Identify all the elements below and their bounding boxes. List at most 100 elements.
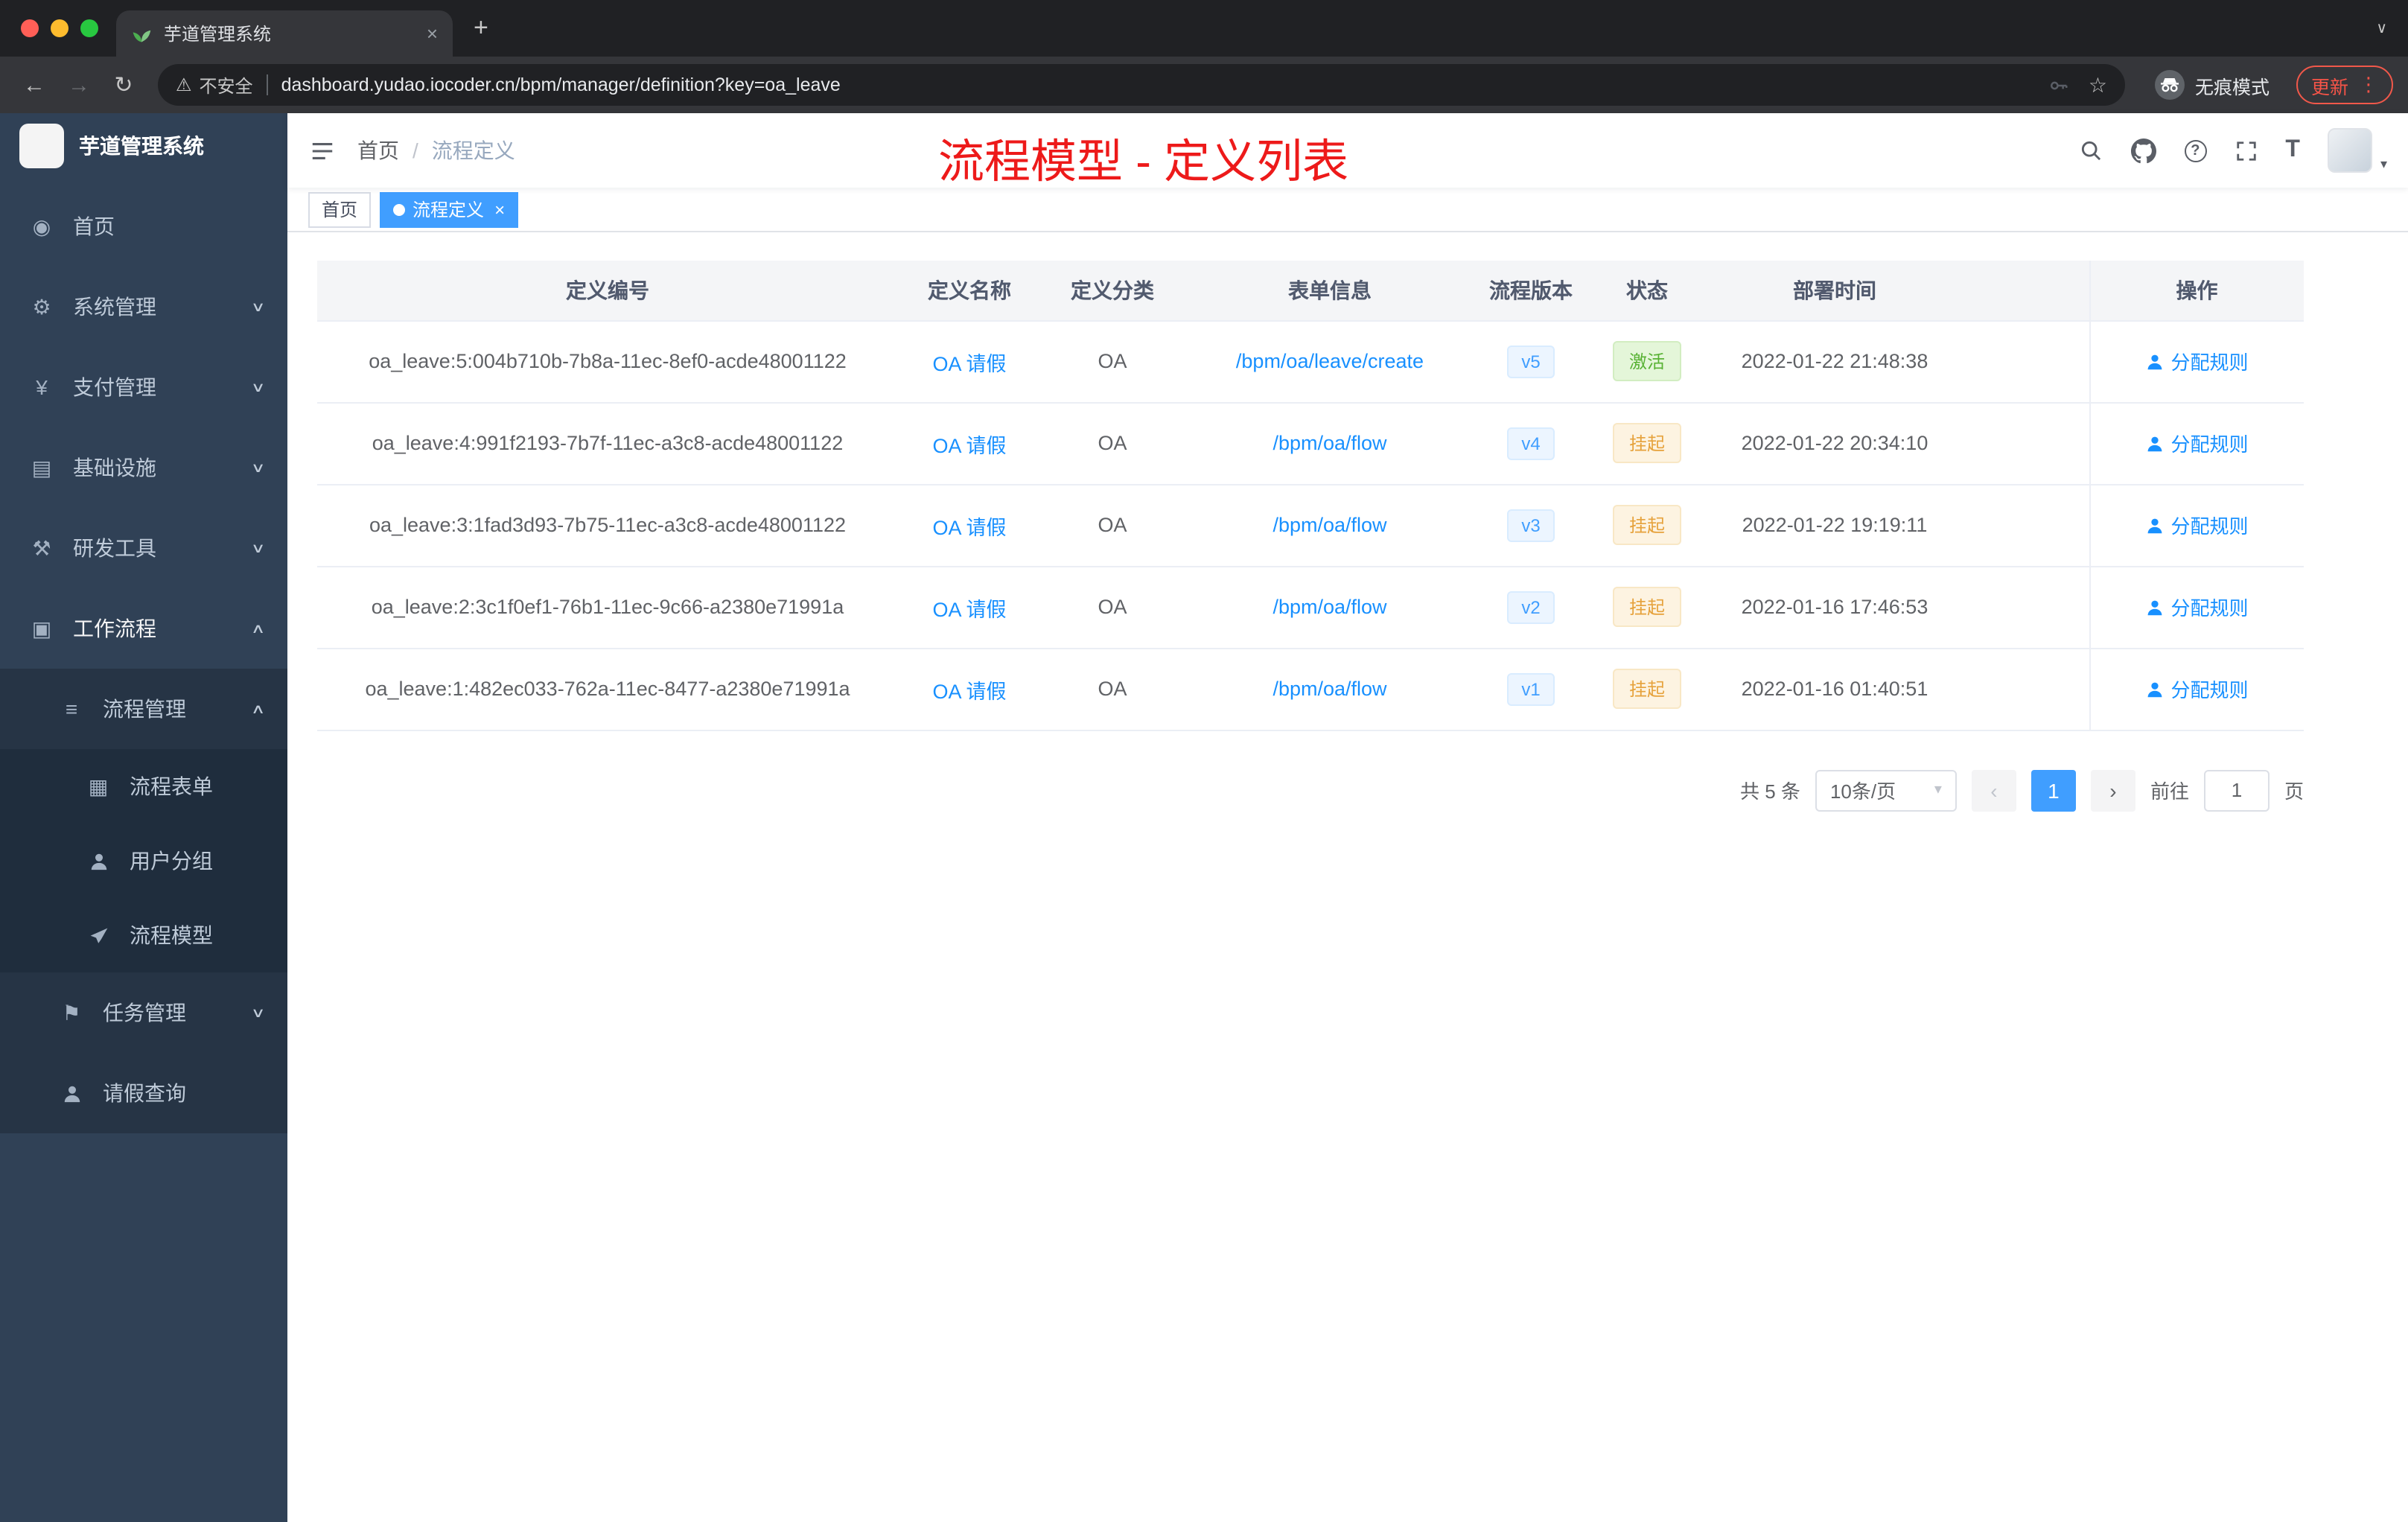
column-header: 流程版本 [1476,261,1586,321]
definition-name-link[interactable]: OA 请假 [932,680,1006,702]
sidebar-item-label: 请假查询 [103,1081,186,1105]
reload-icon[interactable]: ↻ [104,71,143,98]
sidebar-item-label: 任务管理 [103,1001,186,1025]
sidebar-item-label: 研发工具 [73,536,156,560]
definition-id: oa_leave:3:1fad3d93-7b75-11ec-a3c8-acde4… [317,484,898,567]
sidebar-item-task-management[interactable]: ⚑ 任务管理 ∨ [0,972,287,1053]
tag-label: 流程定义 [413,200,485,220]
form-link[interactable]: /bpm/oa/flow [1273,596,1386,618]
next-page-button[interactable]: › [2090,769,2135,811]
user-menu[interactable]: ▾ [2328,128,2387,173]
help-icon[interactable]: ? [2184,139,2207,162]
sidebar-item-infrastructure[interactable]: ▤ 基础设施 ∨ [0,427,287,508]
sidebar-item-rnd-tools[interactable]: ⚒ 研发工具 ∨ [0,508,287,588]
definition-id: oa_leave:4:991f2193-7b7f-11ec-a3c8-acde4… [317,402,898,485]
current-page-button[interactable]: 1 [2030,769,2076,811]
definition-category: OA [1041,402,1184,485]
active-dot [393,203,406,215]
form-link[interactable]: /bpm/oa/leave/create [1236,350,1424,372]
browser-tab-strip: 芋道管理系统 × + ∨ [0,0,2408,57]
bookmark-star-icon[interactable]: ☆ [2089,72,2107,98]
table-row: oa_leave:3:1fad3d93-7b75-11ec-a3c8-acde4… [317,484,2304,567]
tag-close-icon[interactable]: × [494,199,505,220]
caret-down-icon: ▾ [1934,782,1942,798]
assign-rule-link[interactable]: 分配规则 [2145,675,2249,703]
logo[interactable]: 芋道管理系统 [0,113,287,179]
breadcrumb: 首页 / 流程定义 [357,136,515,165]
fullscreen-icon[interactable] [2235,139,2257,162]
filler-cell [1961,566,2089,649]
sidebar-item-label: 基础设施 [73,456,156,480]
column-header: 定义分类 [1041,261,1184,321]
column-header-filler [1961,261,2089,321]
version-tag: v2 [1506,590,1555,623]
browser-tab[interactable]: 芋道管理系统 × [116,10,453,57]
sidebar-item-payment-management[interactable]: ¥ 支付管理 ∨ [0,347,287,427]
assign-rule-link[interactable]: 分配规则 [2145,429,2249,457]
table-row: oa_leave:1:482ec033-762a-11ec-8477-a2380… [317,648,2304,730]
sidebar-item-system-management[interactable]: ⚙ 系统管理 ∨ [0,267,287,347]
breadcrumb-home[interactable]: 首页 [357,136,399,165]
status-badge: 挂起 [1612,669,1681,709]
chrome-update-button[interactable]: 更新 ⋮ [2296,66,2393,104]
forward-icon[interactable]: → [60,72,98,98]
tools-icon: ⚒ [32,535,51,559]
dashboard-icon: ◉ [32,214,51,238]
definition-name-link[interactable]: OA 请假 [932,598,1006,620]
definition-id: oa_leave:5:004b710b-7b8a-11ec-8ef0-acde4… [317,320,898,403]
page-size-select[interactable]: 10条/页 ▾ [1815,769,1957,811]
version-tag: v1 [1506,672,1555,705]
more-menu-icon[interactable]: ⋮ [2359,73,2378,97]
definition-name-link[interactable]: OA 请假 [932,516,1006,538]
sidebar-item-label: 流程管理 [103,697,186,721]
definition-name-link[interactable]: OA 请假 [932,434,1006,456]
sidebar-item-process-management[interactable]: ≡ 流程管理 ∧ [0,669,287,749]
minimize-window-button[interactable] [51,19,69,37]
deploy-time: 2022-01-22 19:19:11 [1708,484,1961,567]
sidebar: 芋道管理系统 ◉ 首页 ⚙ 系统管理 ∨ ¥ 支付管理 ∨ ▤ 基础设施 ∨ ⚒… [0,113,287,1522]
assign-rule-link[interactable]: 分配规则 [2145,593,2249,621]
sidebar-item-workflow[interactable]: ▣ 工作流程 ∧ [0,588,287,669]
definition-table: 定义编号 定义名称 定义分类 表单信息 流程版本 状态 部署时间 操作 oa_l… [317,261,2304,730]
form-link[interactable]: /bpm/oa/flow [1273,678,1386,700]
favicon-sprout-icon [131,23,152,44]
tag-home[interactable]: 首页 [308,191,372,227]
sidebar-item-home[interactable]: ◉ 首页 [0,186,287,267]
avatar[interactable] [2328,128,2373,173]
sidebar-item-process-form[interactable]: ▦ 流程表单 [0,749,287,824]
tag-label: 首页 [322,200,358,220]
update-label: 更新 [2310,77,2348,98]
github-icon[interactable] [2130,138,2156,163]
tab-search-chevron-icon[interactable]: ∨ [2376,0,2387,57]
zoom-window-button[interactable] [80,19,98,37]
assign-rule-link[interactable]: 分配规则 [2145,347,2249,375]
url-text: dashboard.yudao.iocoder.cn/bpm/manager/d… [281,74,841,95]
users-icon [86,851,110,870]
logo-avatar [19,124,64,168]
sidebar-item-user-group[interactable]: 用户分组 [0,824,287,898]
tab-close-icon[interactable]: × [427,22,438,45]
page-content: 定义编号 定义名称 定义分类 表单信息 流程版本 状态 部署时间 操作 oa_l… [287,232,2408,811]
goto-page-input[interactable] [2203,769,2270,811]
sidebar-item-label: 用户分组 [130,849,213,873]
address-bar[interactable]: ⚠ 不安全 dashboard.yudao.iocoder.cn/bpm/man… [158,64,2125,106]
prev-page-button[interactable]: ‹ [1971,769,2016,811]
sidebar-item-process-model[interactable]: 流程模型 [0,898,287,972]
font-size-icon[interactable]: T [2285,137,2300,164]
hamburger-icon[interactable] [287,138,357,163]
back-icon[interactable]: ← [15,72,54,98]
sidebar-item-leave-query[interactable]: 请假查询 [0,1053,287,1133]
chevron-down-icon: ∨ [251,1004,267,1019]
tag-process-definition[interactable]: 流程定义 × [380,191,519,227]
new-tab-button[interactable]: + [474,0,488,57]
definition-name-link[interactable]: OA 请假 [932,352,1006,375]
form-link[interactable]: /bpm/oa/flow [1273,432,1386,454]
search-icon[interactable] [2078,138,2102,162]
password-key-icon[interactable] [2048,74,2071,96]
close-window-button[interactable] [21,19,39,37]
assign-rule-link[interactable]: 分配规则 [2145,511,2249,539]
status-badge: 挂起 [1612,423,1681,463]
form-link[interactable]: /bpm/oa/flow [1273,514,1386,536]
chevron-down-icon: ∨ [251,379,267,394]
table-row: oa_leave:2:3c1f0ef1-76b1-11ec-9c66-a2380… [317,566,2304,649]
